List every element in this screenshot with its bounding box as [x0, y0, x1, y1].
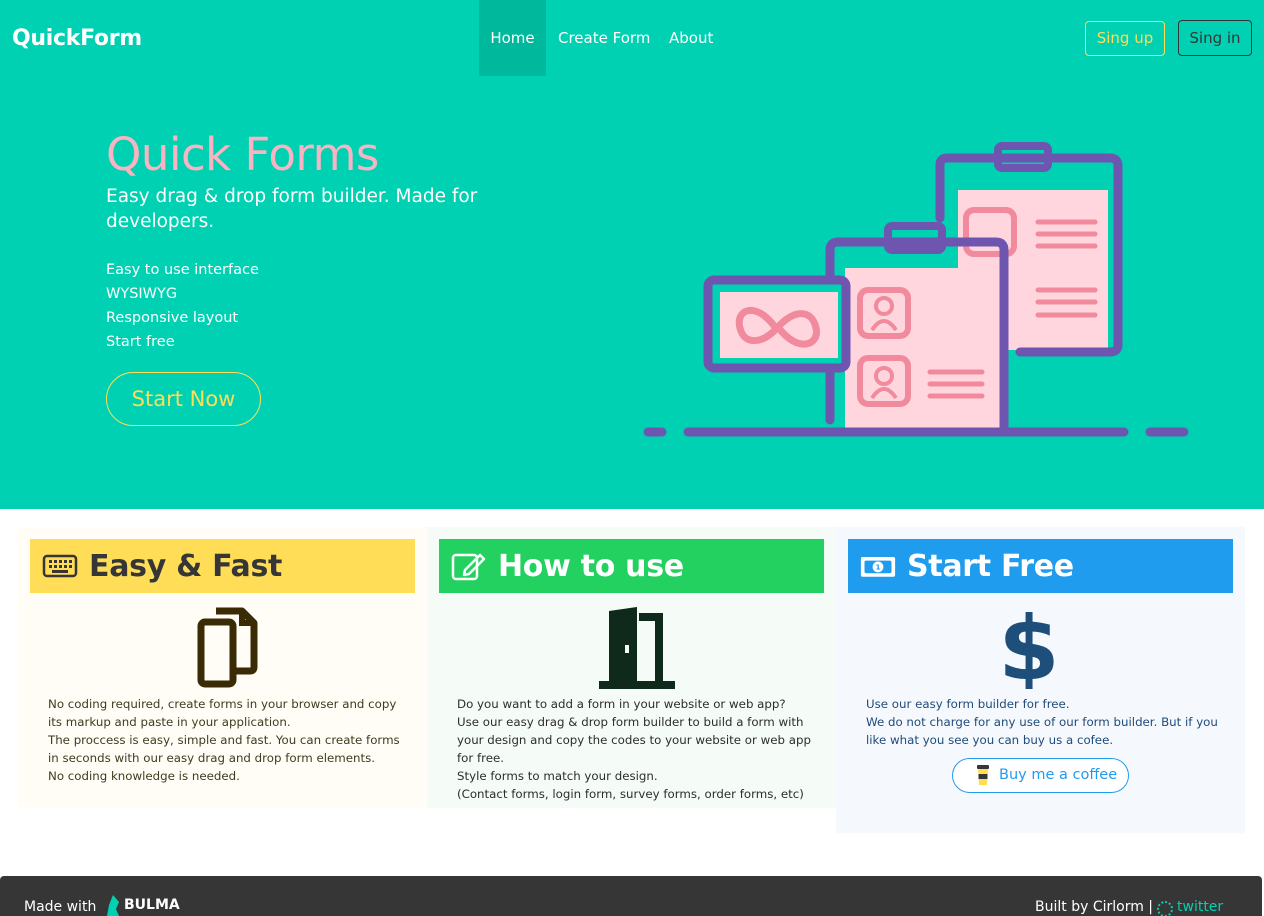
card-header: How to use [439, 539, 824, 593]
feature-item: Responsive layout [106, 310, 239, 326]
card-how-to-use: How to use Do you want to add a form in … [427, 527, 836, 808]
card-line: (Contact forms, login form, survey forms… [457, 787, 804, 801]
hero-section: QuickForm Home Create Form About Sing up… [0, 0, 1264, 509]
made-with-text: Made with [24, 899, 97, 915]
card-line: Do you want to add a form in your websit… [457, 697, 786, 711]
twitter-link[interactable]: twitter [1177, 899, 1223, 915]
card-line: We do not charge for any use of our form… [866, 715, 1218, 747]
feature-list: Easy to use interface WYSIWYG Responsive… [106, 258, 259, 354]
card-line: The proccess is easy, simple and fast. Y… [48, 733, 400, 765]
card-header: Easy & Fast [30, 539, 415, 593]
card-easy-fast: Easy & Fast No coding required, create f… [18, 527, 427, 808]
buy-coffee-label: Buy me a coffee [999, 767, 1118, 783]
edit-icon [451, 553, 486, 581]
footer: Made with BULMA Built by Cirlorm | twitt… [0, 876, 1262, 916]
card-line: No coding knowledge is needed. [48, 769, 240, 783]
card-start-free: 1 Start Free $ Use our easy form builder… [836, 527, 1245, 833]
hero-subtitle: Easy drag & drop form builder. Made for … [106, 186, 478, 232]
card-line: Style forms to match your design. [457, 769, 658, 783]
card-header: 1 Start Free [848, 539, 1233, 593]
twitter-icon[interactable] [1157, 901, 1173, 916]
signup-button[interactable]: Sing up [1085, 21, 1165, 56]
card-body: Use our easy form builder for free. We d… [866, 695, 1221, 749]
nav-create-form[interactable]: Create Form [558, 0, 650, 76]
bulma-logo-text[interactable]: BULMA [124, 897, 180, 913]
money-bill-icon: 1 [860, 557, 896, 577]
door-open-icon [599, 607, 675, 689]
card-body: Do you want to add a form in your websit… [457, 695, 812, 803]
start-now-button[interactable]: Start Now [106, 372, 261, 426]
card-title: Easy & Fast [89, 549, 283, 584]
forms-illustration [643, 142, 1189, 437]
dollar-icon: $ [998, 607, 1059, 689]
feature-item: Easy to use interface [106, 262, 259, 278]
signin-button[interactable]: Sing in [1178, 20, 1252, 56]
nav-about[interactable]: About [669, 0, 713, 76]
hero-title: Quick Forms [106, 128, 379, 181]
card-line: Use our easy form builder for free. [866, 697, 1070, 711]
feature-item: Start free [106, 334, 175, 350]
svg-text:1: 1 [875, 563, 880, 572]
brand-logo[interactable]: QuickForm [12, 26, 142, 51]
card-title: How to use [498, 549, 684, 584]
coffee-cup-icon [977, 765, 989, 785]
card-line: No coding required, create forms in your… [48, 697, 397, 729]
card-title: Start Free [907, 549, 1074, 584]
buy-coffee-button[interactable]: Buy me a coffee [952, 758, 1129, 793]
bulma-logo-icon[interactable] [107, 895, 119, 916]
nav-home[interactable]: Home [479, 0, 546, 76]
navbar: QuickForm Home Create Form About Sing up… [0, 0, 1264, 76]
feature-item: WYSIWYG [106, 286, 178, 302]
built-by-text: Built by Cirlorm | [1035, 899, 1154, 915]
copy-icon [197, 607, 258, 688]
svg-text:$: $ [998, 607, 1059, 689]
card-line: Use our easy drag & drop form builder to… [457, 715, 811, 765]
keyboard-icon [42, 554, 78, 578]
card-body: No coding required, create forms in your… [48, 695, 403, 785]
